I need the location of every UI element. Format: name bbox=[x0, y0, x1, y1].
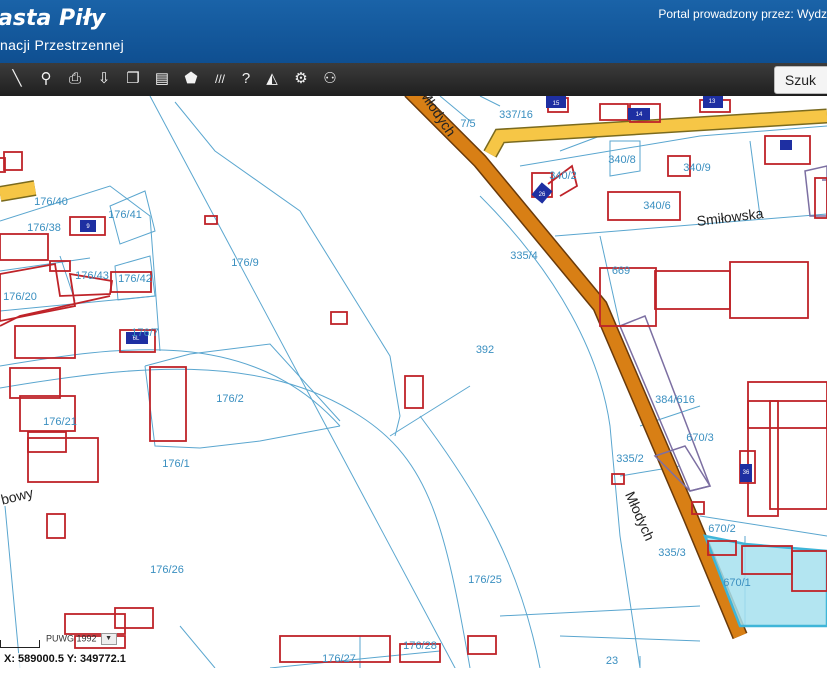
parcel-label: 337/16 bbox=[499, 109, 533, 121]
parcel-label: 392 bbox=[476, 344, 494, 356]
parcel-label: 335/4 bbox=[510, 250, 538, 262]
chevron-down-icon[interactable]: ▼ bbox=[100, 633, 117, 645]
parcel-boundaries bbox=[0, 95, 827, 673]
parcel-label: 176/20 bbox=[3, 291, 37, 303]
parcel-label: 176/2 bbox=[216, 393, 244, 405]
road-west-stub bbox=[0, 180, 37, 202]
parcel-label: 176/9 bbox=[231, 257, 259, 269]
layers-copy-icon[interactable]: ❐ bbox=[121, 66, 145, 92]
parcel-label: 7/5 bbox=[460, 118, 475, 130]
cadastral-map[interactable]: 1514139266L36 337/167/5340/8340/9340/234… bbox=[0, 85, 827, 673]
street-label: bowy bbox=[0, 484, 35, 507]
scale-bar bbox=[0, 640, 40, 648]
street-label: Młodych bbox=[622, 489, 658, 543]
address-number-label: 36 bbox=[743, 470, 750, 476]
address-number-label: 15 bbox=[553, 101, 560, 107]
parcel-label: 335/3 bbox=[658, 547, 686, 559]
coordinate-readout: X: 589000.5 Y: 349772.1 bbox=[0, 653, 130, 668]
download-icon[interactable]: ⇩ bbox=[92, 66, 116, 92]
address-number-label: 26 bbox=[539, 192, 546, 198]
parcel-label: 176/27 bbox=[322, 653, 356, 665]
parcel-label: 340/6 bbox=[643, 200, 671, 212]
shape-icon[interactable]: ⬟ bbox=[179, 66, 203, 92]
parcel-label: 176/38 bbox=[27, 222, 61, 234]
parcel-label: 670/3 bbox=[686, 432, 714, 444]
parcel-label: 176/25 bbox=[468, 574, 502, 586]
parcel-label: 176/43 bbox=[75, 270, 109, 282]
measure-line-icon[interactable]: ╲ bbox=[5, 66, 29, 92]
app-subtitle: nacji Przestrzennej bbox=[0, 37, 124, 53]
parcel-label: 176/21 bbox=[43, 416, 77, 428]
map-canvas[interactable]: 15 14 13 9 26 6L 36 337/16 7/5 340/8 340/9 340/2 34… bbox=[0, 85, 827, 673]
settings-icon[interactable]: ⚙ bbox=[289, 66, 313, 92]
buildings bbox=[0, 97, 827, 663]
crs-label: PUWG 1992 bbox=[46, 633, 97, 644]
parcel-label: 670/1 bbox=[723, 577, 751, 589]
parcel-label: 176/26 bbox=[150, 564, 184, 576]
help-icon[interactable]: ? bbox=[234, 66, 258, 92]
parcel-label: 176/41 bbox=[108, 209, 142, 221]
parcel-label: 669 bbox=[612, 265, 630, 277]
compass-icon[interactable]: ◭ bbox=[260, 66, 284, 92]
parcel-label: 176/28 bbox=[403, 640, 437, 652]
street-label: Smiłowska bbox=[696, 205, 765, 229]
parcel-label: 176/7 bbox=[131, 327, 159, 339]
link-icon[interactable]: ⚲ bbox=[34, 66, 58, 92]
user-location-icon[interactable]: ⚇ bbox=[318, 66, 342, 92]
parcel-label: 340/2 bbox=[549, 170, 577, 182]
portal-operator-text: Portal prowadzony przez: Wydz bbox=[658, 7, 827, 21]
street-label: Młodych bbox=[417, 96, 459, 139]
parcel-label: 176/1 bbox=[162, 458, 190, 470]
parcel-label: 23 bbox=[606, 655, 618, 667]
crs-select[interactable]: PUWG 1992 ▼ bbox=[46, 633, 117, 645]
app-title: asta Piły bbox=[0, 6, 106, 31]
parcel-label: 335/2 bbox=[616, 453, 644, 465]
address-number-label: 14 bbox=[636, 112, 643, 118]
parcel-label: 340/8 bbox=[608, 154, 636, 166]
map-toolbar: ╲ ⚲ ⎙ ⇩ ❐ ▤ ⬟ /// ? ◭ ⚙ ⚇ Szuk bbox=[0, 63, 827, 97]
layout-icon[interactable]: ▤ bbox=[150, 66, 174, 92]
address-number-label: 13 bbox=[709, 99, 716, 105]
hatch-icon[interactable]: /// bbox=[208, 66, 232, 92]
parcel-label: 384/616 bbox=[655, 394, 695, 406]
street-labels: Smiłowska Młodych Młodych bowy bbox=[0, 87, 765, 543]
parcel-label: 670/2 bbox=[708, 523, 736, 535]
parcel-label: 340/9 bbox=[683, 162, 711, 174]
header-bar: asta Piły nacji Przestrzennej Portal pro… bbox=[0, 0, 827, 63]
parcel-label: 176/42 bbox=[118, 273, 152, 285]
parcel-label: 176/40 bbox=[34, 196, 68, 208]
search-button[interactable]: Szuk bbox=[773, 66, 827, 94]
print-icon[interactable]: ⎙ bbox=[63, 66, 87, 92]
